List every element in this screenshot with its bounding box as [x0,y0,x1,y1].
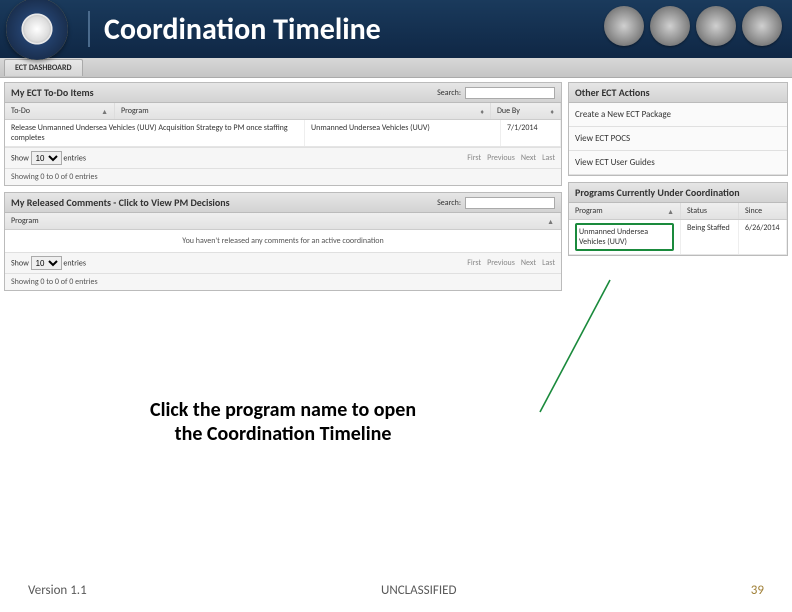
action-view-guides[interactable]: View ECT User Guides [569,151,787,175]
navy-seal-icon [696,6,736,46]
released-toolbar-bottom: Showing 0 to 0 of 0 entries [5,273,561,290]
programs-header: Programs Currently Under Coordination [569,183,787,203]
title-divider [88,11,90,47]
actions-panel: Other ECT Actions Create a New ECT Packa… [568,82,788,176]
todo-col-program[interactable]: Program♦ [115,103,491,119]
released-title: My Released Comments - Click to View PM … [11,196,230,209]
todo-pager: First Previous Next Last [467,153,555,163]
action-create-package[interactable]: Create a New ECT Package [569,103,787,127]
pager-next[interactable]: Next [521,258,536,268]
action-view-pocs[interactable]: View ECT POCS [569,127,787,151]
footer-classification: UNCLASSIFIED [381,583,456,598]
programs-col-status[interactable]: Status [681,203,739,219]
pager-next[interactable]: Next [521,153,536,163]
pager-last[interactable]: Last [542,153,555,163]
dashboard-tabstrip: ECT DASHBOARD [0,58,792,78]
slide-header: Coordination Timeline [0,0,792,58]
todo-title: My ECT To-Do Items [11,86,94,99]
pager-prev[interactable]: Previous [487,153,515,163]
todo-due-cell: 7/1/2014 [501,120,561,146]
program-since-cell: 6/26/2014 [739,220,787,254]
pager-first[interactable]: First [467,258,481,268]
annotation-text: Click the program name to open the Coord… [150,398,416,446]
pager-prev[interactable]: Previous [487,258,515,268]
released-pagesize-select[interactable]: 10 [31,256,62,270]
sort-icon: ▲ [667,207,674,216]
todo-header: My ECT To-Do Items Search: [5,83,561,103]
released-toolbar-top: Show 10 entries First Previous Next Last [5,252,561,273]
programs-col-program[interactable]: Program▲ [569,203,681,219]
programs-col-since[interactable]: Since [739,203,787,219]
program-status-cell: Being Staffed [681,220,739,254]
released-header: My Released Comments - Click to View PM … [5,193,561,213]
marines-seal-icon [650,6,690,46]
released-empty: You haven't released any comments for an… [5,230,561,252]
released-showing: Showing 0 to 0 of 0 entries [11,277,98,287]
todo-toolbar-bottom: Showing 0 to 0 of 0 entries [5,168,561,185]
sort-icon: ♦ [550,107,554,116]
released-col-program[interactable]: Program▲ [5,213,561,229]
table-row: Unmanned Undersea Vehicles (UUV) Being S… [569,220,787,255]
actions-title: Other ECT Actions [575,86,650,99]
slide-title: Coordination Timeline [104,11,381,48]
pager-first[interactable]: First [467,153,481,163]
sort-icon: ▲ [547,217,554,226]
tab-ect-dashboard[interactable]: ECT DASHBOARD [4,59,83,76]
slide-footer: Version 1.1 UNCLASSIFIED 39 [0,583,792,598]
actions-header: Other ECT Actions [569,83,787,103]
todo-pagesize-select[interactable]: 10 [31,151,62,165]
dod-seal-icon [6,0,68,60]
airforce-seal-icon [742,6,782,46]
released-search-input[interactable] [465,197,555,209]
branch-seals [604,6,782,46]
todo-toolbar-top: Show 10 entries First Previous Next Last [5,147,561,168]
todo-panel: My ECT To-Do Items Search: To-Do▲ Progra… [4,82,562,186]
todo-cell: Release Unmanned Undersea Vehicles (UUV)… [5,120,305,146]
ect-dashboard: ECT DASHBOARD My ECT To-Do Items Search:… [0,58,792,297]
sort-icon: ▲ [101,107,108,116]
footer-version: Version 1.1 [28,583,87,598]
todo-program-cell: Unmanned Undersea Vehicles (UUV) [305,120,501,146]
sort-icon: ♦ [480,107,484,116]
todo-col-due[interactable]: Due By♦ [491,103,561,119]
programs-panel: Programs Currently Under Coordination Pr… [568,182,788,256]
todo-showing: Showing 0 to 0 of 0 entries [11,172,98,182]
released-search-label: Search: [437,198,461,208]
highlighted-program-link[interactable]: Unmanned Undersea Vehicles (UUV) [575,223,674,251]
programs-title: Programs Currently Under Coordination [575,186,740,199]
table-row: Release Unmanned Undersea Vehicles (UUV)… [5,120,561,147]
army-seal-icon [604,6,644,46]
footer-page-number: 39 [751,583,764,598]
todo-col-todo[interactable]: To-Do▲ [5,103,115,119]
released-pager: First Previous Next Last [467,258,555,268]
program-name-cell[interactable]: Unmanned Undersea Vehicles (UUV) [569,220,681,254]
todo-search-input[interactable] [465,87,555,99]
pager-last[interactable]: Last [542,258,555,268]
todo-search-label: Search: [437,88,461,98]
released-panel: My Released Comments - Click to View PM … [4,192,562,291]
